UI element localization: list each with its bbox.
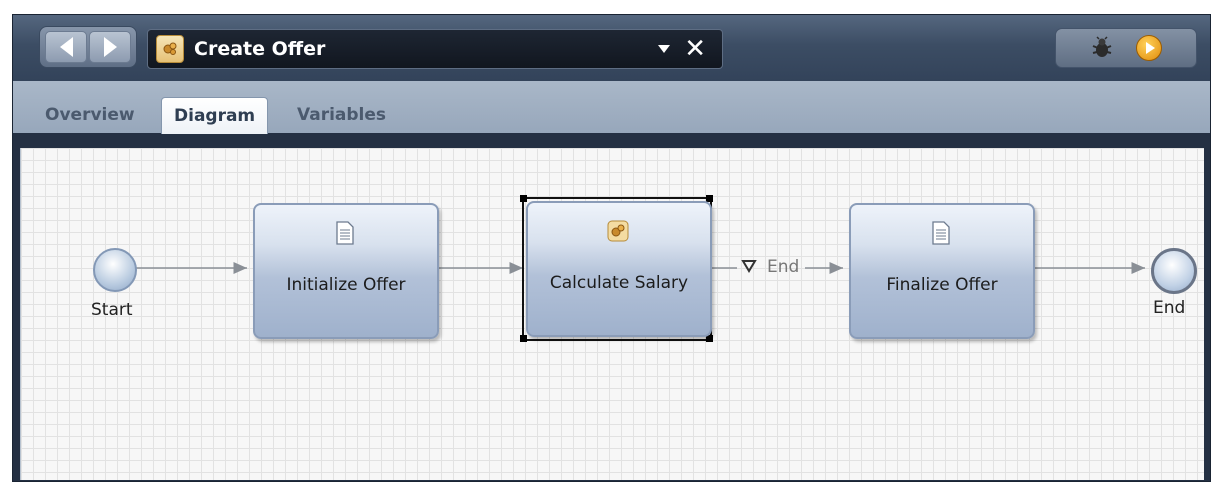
close-icon[interactable]: ✕ [684, 36, 706, 62]
diagram-canvas[interactable]: End Start Initialize Offer Calculate Sal… [20, 148, 1204, 480]
resize-handle[interactable] [520, 335, 527, 342]
navigation-buttons [39, 26, 137, 68]
tab-label: Overview [45, 105, 135, 125]
process-editor-window: Create Offer ✕ Overview Diagram Variable… [12, 14, 1211, 482]
bug-icon[interactable] [1090, 36, 1114, 60]
end-event-label: End [1153, 298, 1186, 318]
chevron-down-icon[interactable] [658, 45, 671, 53]
task-finalize-offer[interactable]: Finalize Offer [849, 203, 1035, 339]
task-label: Calculate Salary [549, 273, 689, 293]
task-calculate-salary[interactable]: Calculate Salary [526, 201, 712, 337]
forward-button[interactable] [89, 31, 131, 63]
run-controls [1055, 28, 1197, 68]
end-event[interactable] [1151, 248, 1197, 294]
service-icon [156, 35, 184, 63]
tab-overview[interactable]: Overview [33, 99, 147, 131]
editor-title-bar[interactable]: Create Offer ✕ [147, 29, 723, 69]
play-icon[interactable] [1136, 35, 1162, 61]
start-event[interactable] [93, 248, 137, 292]
conditional-flow-icon [741, 260, 757, 273]
editor-title: Create Offer [194, 38, 326, 60]
script-icon [336, 221, 354, 245]
tab-label: Diagram [174, 106, 256, 126]
task-label: Finalize Offer [886, 275, 998, 295]
task-initialize-offer[interactable]: Initialize Offer [253, 203, 439, 339]
script-icon [932, 221, 950, 245]
task-label: Initialize Offer [286, 275, 406, 295]
resize-handle[interactable] [520, 195, 527, 202]
triangle-left-icon [59, 37, 73, 57]
tab-diagram[interactable]: Diagram [161, 97, 269, 134]
tab-bar: Overview Diagram Variables [13, 81, 1210, 134]
tab-variables[interactable]: Variables [285, 99, 398, 131]
toolbar: Create Offer ✕ [13, 15, 1210, 81]
start-event-label: Start [91, 300, 133, 320]
tab-label: Variables [297, 105, 387, 125]
back-button[interactable] [45, 31, 87, 63]
conditional-flow-label: End [767, 257, 800, 277]
triangle-right-icon [103, 37, 117, 57]
service-icon [607, 220, 629, 242]
